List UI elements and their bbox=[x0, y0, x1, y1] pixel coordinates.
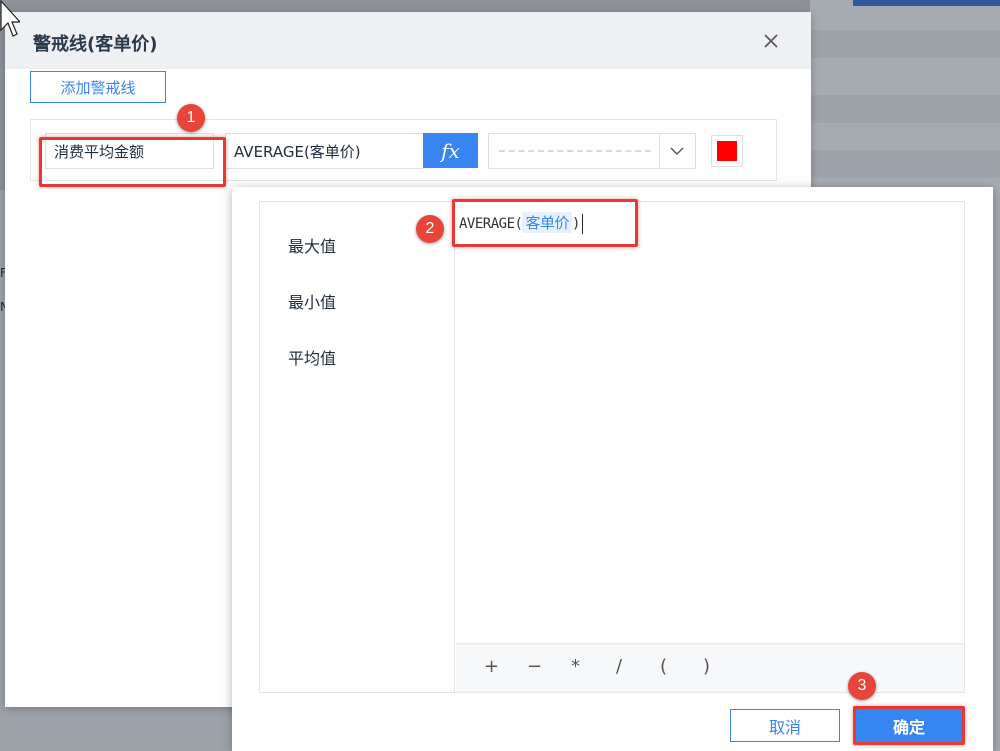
background-band bbox=[810, 150, 1000, 178]
background-button bbox=[853, 0, 1000, 6]
highlight-confirm-button bbox=[853, 706, 965, 745]
line-color-picker[interactable] bbox=[711, 135, 743, 167]
operator-divide[interactable]: / bbox=[616, 656, 622, 677]
operator-multiply[interactable]: * bbox=[571, 656, 580, 677]
highlight-formula bbox=[452, 199, 638, 247]
step-badge-2: 2 bbox=[416, 215, 444, 243]
dialog-title: 警戒线(客单价) bbox=[33, 34, 158, 55]
function-item-min[interactable]: 最小值 bbox=[288, 289, 336, 313]
operator-left-paren[interactable]: ( bbox=[660, 656, 667, 677]
select-divider bbox=[659, 134, 660, 168]
warning-line-formula-input[interactable]: AVERAGE(客单价) bbox=[225, 133, 424, 169]
fx-button[interactable]: fx bbox=[423, 133, 478, 168]
formula-text-area[interactable] bbox=[456, 202, 964, 642]
operator-right-paren[interactable]: ) bbox=[703, 656, 710, 677]
highlight-name-input bbox=[39, 137, 226, 187]
cancel-button[interactable]: 取消 bbox=[730, 709, 840, 742]
line-style-select[interactable] bbox=[488, 133, 696, 169]
color-swatch bbox=[717, 141, 737, 161]
operator-minus[interactable]: − bbox=[527, 656, 542, 677]
dialog-header: 警戒线(客单价) bbox=[5, 12, 811, 69]
background-band bbox=[810, 95, 1000, 123]
mouse-pointer-icon bbox=[0, 0, 20, 37]
step-badge-1: 1 bbox=[177, 104, 205, 132]
operator-plus[interactable]: + bbox=[484, 656, 499, 677]
add-warning-line-button[interactable]: 添加警戒线 bbox=[30, 71, 166, 103]
step-badge-3: 3 bbox=[848, 672, 876, 700]
function-item-avg[interactable]: 平均值 bbox=[288, 345, 336, 369]
function-item-max[interactable]: 最大值 bbox=[288, 233, 336, 257]
chevron-down-icon[interactable] bbox=[669, 143, 685, 159]
dashed-line-preview bbox=[499, 150, 651, 152]
background-band bbox=[810, 30, 1000, 58]
function-list bbox=[259, 201, 455, 693]
close-icon[interactable] bbox=[761, 31, 781, 51]
